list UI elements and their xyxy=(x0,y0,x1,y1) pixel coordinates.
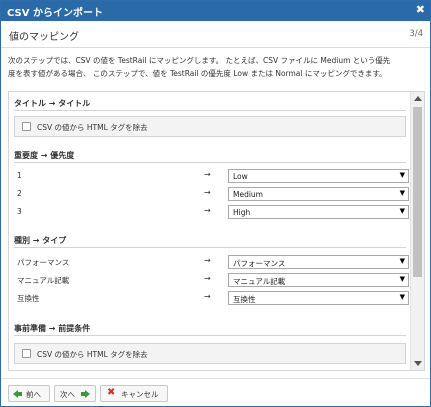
intro-line-2: 度を表す値がある場合、 このステップで、値を TestRail の優先度 Low… xyxy=(8,69,387,78)
select-value: High xyxy=(233,208,251,217)
priority-select[interactable]: High ▼ xyxy=(228,205,409,219)
strip-html-title-option: CSV の値から HTML タグを除去 xyxy=(14,116,406,137)
divider xyxy=(14,247,406,248)
checkbox-label: CSV の値から HTML タグを除去 xyxy=(37,350,148,359)
mapping-arrow: → xyxy=(204,206,211,215)
chevron-down-icon: ▼ xyxy=(399,207,405,215)
prev-button[interactable]: 前へ xyxy=(8,385,50,402)
step-title: 値のマッピング xyxy=(9,32,79,43)
dialog-title: CSV からインポート xyxy=(7,8,103,19)
prev-button-label: 前へ xyxy=(26,390,41,399)
dialog-footer: 前へ 次へ ✖ キャンセル xyxy=(1,378,430,406)
strip-html-preconditions-checkbox[interactable] xyxy=(22,349,31,358)
checkbox-label: CSV の値から HTML タグを除去 xyxy=(37,123,148,132)
strip-html-preconditions-option: CSV の値から HTML タグを除去 xyxy=(14,343,406,364)
chevron-down-icon: ▼ xyxy=(399,275,405,283)
close-icon[interactable]: ✖ xyxy=(416,3,425,16)
select-value: Low xyxy=(233,172,248,181)
dialog-titlebar: CSV からインポート ✖ xyxy=(1,1,430,21)
divider xyxy=(14,162,406,163)
mapping-row: パフォーマンス → パフォーマンス ▼ xyxy=(14,255,409,269)
step-counter: 3/4 xyxy=(409,29,423,39)
mapping-row: 互換性 → 互換性 ▼ xyxy=(14,291,409,305)
arrow-right-icon xyxy=(85,390,90,398)
select-value: 互換性 xyxy=(233,295,256,304)
mapping-row: 1 → Low ▼ xyxy=(14,169,409,183)
mapping-arrow: → xyxy=(204,274,211,283)
priority-select[interactable]: Medium ▼ xyxy=(228,187,409,201)
cancel-button-label: キャンセル xyxy=(121,390,159,399)
section-priority-heading: 重要度 → 優先度 xyxy=(14,151,75,160)
mapping-arrow: → xyxy=(204,292,211,301)
priority-select[interactable]: Low ▼ xyxy=(228,169,409,183)
source-value: 2 xyxy=(17,189,22,198)
divider xyxy=(14,110,406,111)
select-value: パフォーマンス xyxy=(233,259,286,268)
source-value: 互換性 xyxy=(17,294,40,303)
mapping-content: タイトル → タイトル CSV の値から HTML タグを除去 重要度 → 優先… xyxy=(9,92,411,370)
chevron-down-icon: ▼ xyxy=(399,189,405,197)
mapping-scroll-area[interactable]: タイトル → タイトル CSV の値から HTML タグを除去 重要度 → 優先… xyxy=(8,91,425,371)
next-button-label: 次へ xyxy=(60,390,75,399)
intro-text: 次のステップでは、CSV の値を TestRail にマッピングします。 たとえ… xyxy=(8,54,424,80)
mapping-row: マニュアル記載 → マニュアル記載 ▼ xyxy=(14,273,409,287)
mapping-arrow: → xyxy=(204,188,211,197)
mapping-row: 3 → High ▼ xyxy=(14,205,409,219)
section-type-heading: 種別 → タイプ xyxy=(14,236,67,245)
type-select[interactable]: パフォーマンス ▼ xyxy=(228,255,409,269)
divider xyxy=(14,335,406,336)
scrollbar-thumb[interactable] xyxy=(413,107,422,277)
scroll-down-icon[interactable] xyxy=(414,361,422,366)
import-dialog: CSV からインポート ✖ 値のマッピング 3/4 次のステップでは、CSV の… xyxy=(0,0,431,407)
type-select[interactable]: マニュアル記載 ▼ xyxy=(228,273,409,287)
source-value: 3 xyxy=(17,207,22,216)
chevron-down-icon: ▼ xyxy=(399,257,405,265)
step-header: 値のマッピング 3/4 xyxy=(1,21,430,48)
scroll-up-icon[interactable] xyxy=(414,96,422,101)
intro-line-1: 次のステップでは、CSV の値を TestRail にマッピングします。 たとえ… xyxy=(8,56,391,65)
strip-html-title-checkbox[interactable] xyxy=(22,122,31,131)
select-value: マニュアル記載 xyxy=(233,277,286,286)
section-preconditions-heading: 事前準備 → 前提条件 xyxy=(14,324,91,333)
section-title-heading: タイトル → タイトル xyxy=(14,99,91,108)
mapping-arrow: → xyxy=(204,256,211,265)
mapping-row: 2 → Medium ▼ xyxy=(14,187,409,201)
source-value: 1 xyxy=(17,171,22,180)
close-icon: ✖ xyxy=(107,387,116,398)
source-value: パフォーマンス xyxy=(17,258,70,267)
next-button[interactable]: 次へ xyxy=(54,385,96,402)
cancel-button[interactable]: ✖ キャンセル xyxy=(100,385,168,402)
mapping-arrow: → xyxy=(204,170,211,179)
type-select[interactable]: 互換性 ▼ xyxy=(228,291,409,305)
arrow-left-icon-shaft xyxy=(18,392,22,396)
vertical-scrollbar[interactable] xyxy=(410,92,424,370)
select-value: Medium xyxy=(233,190,263,199)
chevron-down-icon: ▼ xyxy=(399,171,405,179)
chevron-down-icon: ▼ xyxy=(399,293,405,301)
source-value: マニュアル記載 xyxy=(17,276,70,285)
